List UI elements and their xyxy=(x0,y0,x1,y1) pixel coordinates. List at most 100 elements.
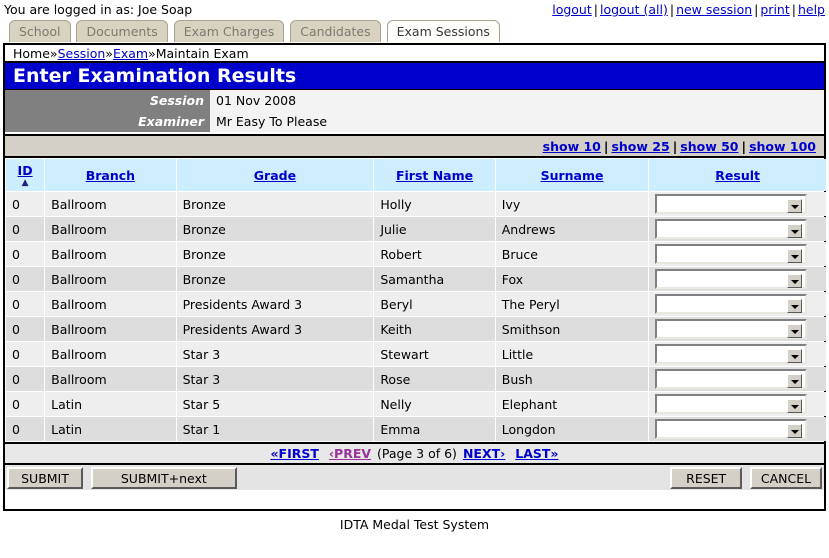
cell-result xyxy=(649,217,826,241)
result-select[interactable] xyxy=(655,219,808,239)
result-select-value[interactable] xyxy=(655,294,808,314)
result-select[interactable] xyxy=(655,419,808,439)
show-separator-2: | xyxy=(672,139,678,154)
chevron-down-icon[interactable] xyxy=(787,249,803,263)
pager-first-link[interactable]: «FIRST xyxy=(270,446,318,461)
show-50-link[interactable]: show 50 xyxy=(680,139,738,154)
tab-school[interactable]: School xyxy=(9,20,71,42)
cell-result xyxy=(649,192,826,216)
result-select-value[interactable] xyxy=(655,194,808,214)
cell-grade: Star 3 xyxy=(176,367,374,391)
chevron-down-icon[interactable] xyxy=(787,324,803,338)
column-header-first-name[interactable]: First Name xyxy=(374,159,495,191)
pager-prev-link[interactable]: ‹PREV xyxy=(329,446,371,461)
result-select[interactable] xyxy=(655,369,808,389)
column-header-result[interactable]: Result xyxy=(649,159,826,191)
column-header-grade[interactable]: Grade xyxy=(176,159,374,191)
show-10-link[interactable]: show 10 xyxy=(543,139,601,154)
tab-documents[interactable]: Documents xyxy=(76,20,168,42)
cell-surname: The Peryl xyxy=(495,292,649,316)
result-select-value[interactable] xyxy=(655,419,808,439)
cell-id: 0 xyxy=(6,317,45,341)
result-select[interactable] xyxy=(655,244,808,264)
cell-surname: Bush xyxy=(495,367,649,391)
chevron-down-icon[interactable] xyxy=(787,399,803,413)
tab-exam-sessions[interactable]: Exam Sessions xyxy=(386,20,500,42)
result-select[interactable] xyxy=(655,344,808,364)
cell-branch: Ballroom xyxy=(45,267,176,291)
chevron-down-icon[interactable] xyxy=(787,274,803,288)
result-select[interactable] xyxy=(655,294,808,314)
result-select-value[interactable] xyxy=(655,244,808,264)
sort-link-first-name[interactable]: First Name xyxy=(396,168,473,183)
print-link[interactable]: print xyxy=(760,2,789,17)
column-header-surname[interactable]: Surname xyxy=(495,159,649,191)
breadcrumb-home: Home xyxy=(13,46,50,61)
cell-branch: Ballroom xyxy=(45,342,176,366)
pager-last-link[interactable]: LAST» xyxy=(515,446,558,461)
cell-id: 0 xyxy=(6,267,45,291)
reset-button[interactable]: RESET xyxy=(670,467,743,489)
chevron-down-icon[interactable] xyxy=(787,374,803,388)
submit-next-button[interactable]: SUBMIT+next xyxy=(90,467,237,489)
cell-first-name: Keith xyxy=(374,317,495,341)
cell-branch: Ballroom xyxy=(45,217,176,241)
chevron-down-icon[interactable] xyxy=(787,224,803,238)
cell-result xyxy=(649,367,826,391)
chevron-down-icon[interactable] xyxy=(787,349,803,363)
sort-link-branch[interactable]: Branch xyxy=(86,168,135,183)
result-select-value[interactable] xyxy=(655,319,808,339)
cell-branch: Ballroom xyxy=(45,317,176,341)
result-select-value[interactable] xyxy=(655,219,808,239)
action-button-bar: SUBMIT SUBMIT+next RESET CANCEL xyxy=(5,463,824,490)
submit-button[interactable]: SUBMIT xyxy=(7,467,83,489)
breadcrumb-exam-link[interactable]: Exam xyxy=(113,46,148,61)
cell-surname: Ivy xyxy=(495,192,649,216)
breadcrumb-session-link[interactable]: Session xyxy=(58,46,106,61)
cell-result xyxy=(649,317,826,341)
table-row: 0 Ballroom Bronze Holly Ivy xyxy=(6,192,826,216)
chevron-down-icon[interactable] xyxy=(787,199,803,213)
new-session-link[interactable]: new session xyxy=(676,2,752,17)
result-select[interactable] xyxy=(655,194,808,214)
result-select[interactable] xyxy=(655,269,808,289)
cell-first-name: Rose xyxy=(374,367,495,391)
cell-id: 0 xyxy=(6,417,45,441)
tab-strip: School Documents Exam Charges Candidates… xyxy=(0,20,829,43)
show-separator-3: | xyxy=(741,139,747,154)
column-header-branch[interactable]: Branch xyxy=(45,159,176,191)
result-select-value[interactable] xyxy=(655,344,808,364)
result-select[interactable] xyxy=(655,319,808,339)
help-link[interactable]: help xyxy=(798,2,825,17)
info-label-session: Session xyxy=(5,90,210,111)
sort-link-id[interactable]: ID xyxy=(18,163,33,178)
chevron-down-icon[interactable] xyxy=(787,424,803,438)
result-select-value[interactable] xyxy=(655,269,808,289)
result-select-value[interactable] xyxy=(655,369,808,389)
chevron-down-icon[interactable] xyxy=(787,299,803,313)
sort-link-surname[interactable]: Surname xyxy=(541,168,604,183)
show-25-link[interactable]: show 25 xyxy=(611,139,669,154)
tab-candidates[interactable]: Candidates xyxy=(290,20,381,42)
link-separator-4: | xyxy=(791,2,796,17)
breadcrumb-separator-2: » xyxy=(105,46,113,61)
pager-next-link[interactable]: NEXT› xyxy=(463,446,505,461)
cell-id: 0 xyxy=(6,217,45,241)
logout-link[interactable]: logout xyxy=(552,2,592,17)
column-header-id[interactable]: ID ▲ xyxy=(6,159,45,191)
pager-gap-2 xyxy=(505,446,515,461)
results-grid-wrapper: ID ▲ Branch Grade First Name Surname Res… xyxy=(5,158,826,442)
tab-exam-charges[interactable]: Exam Charges xyxy=(173,20,285,42)
table-row: 0 Ballroom Star 3 Rose Bush xyxy=(6,367,826,391)
cell-grade: Presidents Award 3 xyxy=(176,292,374,316)
show-100-link[interactable]: show 100 xyxy=(749,139,816,154)
logout-all-link[interactable]: logout (all) xyxy=(600,2,668,17)
result-select[interactable] xyxy=(655,394,808,414)
cell-grade: Star 3 xyxy=(176,342,374,366)
cell-branch: Latin xyxy=(45,392,176,416)
sort-link-result[interactable]: Result xyxy=(715,168,760,183)
result-select-value[interactable] xyxy=(655,394,808,414)
info-value-session: 01 Nov 2008 xyxy=(210,90,824,111)
cancel-button[interactable]: CANCEL xyxy=(750,467,822,489)
sort-link-grade[interactable]: Grade xyxy=(254,168,296,183)
